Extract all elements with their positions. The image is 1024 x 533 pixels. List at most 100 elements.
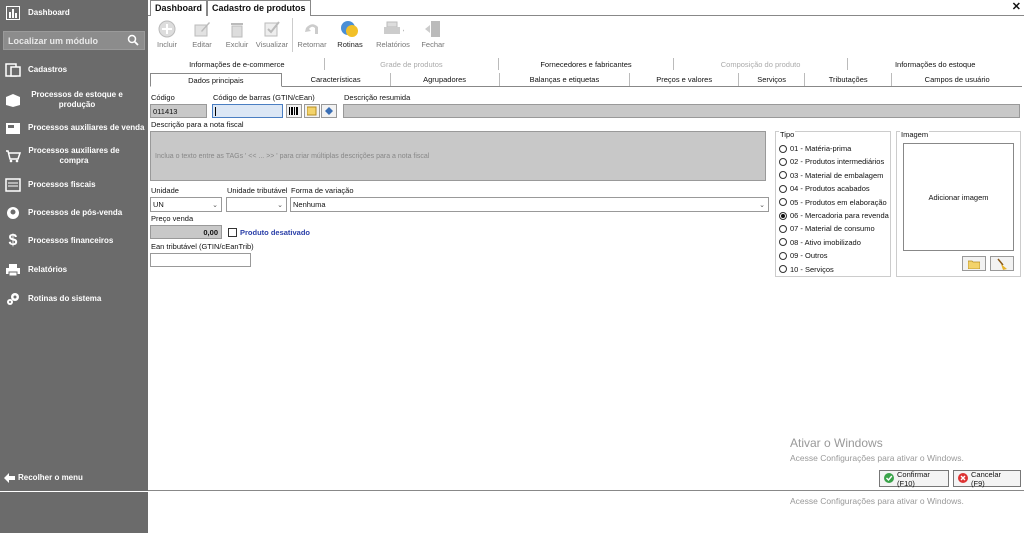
tipo-option-label: 06 - Mercadoria para revenda	[790, 211, 889, 220]
produto-desativado-checkbox[interactable]	[228, 228, 237, 237]
sidebar-item-pos-venda[interactable]: Processos de pós-venda	[0, 205, 148, 221]
radio-button[interactable]	[779, 184, 787, 193]
unidade-select[interactable]: UN ⌄	[150, 197, 222, 212]
tab-estoque[interactable]: Informações do estoque	[848, 58, 1022, 70]
tipo-option[interactable]: 08 - Ativo imobilizado	[779, 238, 861, 247]
tab-dados-principais[interactable]: Dados principais	[150, 73, 282, 87]
broom-icon[interactable]	[990, 256, 1014, 271]
generate-code-icon[interactable]	[304, 104, 320, 118]
descricao-nf-textarea[interactable]: Inclua o texto entre as TAGs ' << ... >>…	[150, 131, 766, 181]
search-icon[interactable]	[127, 34, 139, 48]
sidebar-item-rotinas[interactable]: Rotinas do sistema	[0, 291, 148, 307]
descricao-resumida-label: Descrição resumida	[344, 93, 411, 102]
incluir-button[interactable]: Incluir	[150, 18, 184, 56]
cancelar-button[interactable]: Cancelar (F9)	[953, 469, 1021, 488]
tipo-option[interactable]: 07 - Material de consumo	[779, 224, 875, 233]
excluir-button[interactable]: Excluir	[220, 18, 254, 56]
check-icon	[884, 472, 894, 485]
sidebar-item-aux-venda[interactable]: Processos auxiliares de venda	[0, 120, 148, 136]
collapse-arrow-icon	[4, 470, 16, 486]
tipo-option-label: 04 - Produtos acabados	[790, 184, 870, 194]
tab-cadastro-produtos[interactable]: Cadastro de produtos	[207, 0, 311, 16]
tipo-option[interactable]: 03 - Material de embalagem	[779, 171, 883, 180]
ean-trib-field[interactable]	[150, 253, 251, 267]
radio-button[interactable]	[779, 198, 787, 207]
tab-fornecedores[interactable]: Fornecedores e fabricantes	[499, 58, 674, 70]
retornar-button[interactable]: Retornar	[295, 18, 329, 56]
forma-variacao-select[interactable]: Nenhuma ⌄	[290, 197, 769, 212]
visualizar-label: Visualizar	[255, 40, 289, 49]
printer-icon: ▾	[382, 18, 404, 40]
preco-label: Preço venda	[151, 214, 194, 223]
tipo-option-label: 02 - Produtos intermediários	[790, 157, 885, 167]
folder-icon[interactable]	[962, 256, 986, 271]
tab-balancas[interactable]: Balanças e etiquetas	[500, 73, 631, 86]
editar-button[interactable]: Editar	[185, 18, 219, 56]
chevron-down-icon: ⌄	[759, 202, 765, 209]
fechar-button[interactable]: Fechar	[416, 18, 450, 56]
footer-divider	[148, 490, 1024, 491]
rotinas-label: Rotinas	[337, 40, 363, 49]
relatorios-button[interactable]: ▾ Relatórios	[371, 18, 415, 56]
tab-caracteristicas[interactable]: Características	[282, 73, 391, 86]
close-icon[interactable]: ✕	[1012, 0, 1021, 13]
tab-campos-usuario[interactable]: Campos de usuário	[892, 73, 1022, 86]
chevron-down-icon: ⌄	[212, 202, 218, 209]
visualizar-button[interactable]: Visualizar	[255, 18, 289, 56]
radio-button[interactable]	[779, 224, 787, 233]
codigo-field: 011413	[150, 104, 207, 118]
lookup-icon[interactable]	[321, 104, 337, 118]
toolbar-separator	[292, 18, 293, 52]
view-icon	[261, 18, 283, 40]
tipo-option[interactable]: 04 - Produtos acabados	[779, 184, 870, 193]
register-icon	[4, 120, 22, 136]
tab-precos[interactable]: Preços e valores	[630, 73, 740, 86]
descricao-resumida-field[interactable]	[343, 104, 1020, 118]
sidebar: Dashboard Localizar um módulo Cadastros …	[0, 0, 148, 533]
confirmar-button[interactable]: Confirmar (F10)	[879, 469, 949, 488]
collapse-menu-button[interactable]: Recolher o menu	[0, 470, 148, 486]
barras-field[interactable]	[212, 104, 283, 118]
radio-button[interactable]	[779, 251, 787, 260]
tab-tributacoes[interactable]: Tributações	[805, 73, 893, 86]
module-search-input[interactable]: Localizar um módulo	[3, 31, 145, 50]
tipo-option[interactable]: 06 - Mercadoria para revenda	[779, 211, 889, 220]
barcode-icon[interactable]	[286, 104, 302, 118]
tipo-option[interactable]: 10 - Serviços	[779, 265, 834, 274]
gears-icon	[4, 291, 22, 307]
tab-ecommerce[interactable]: Informações de e-commerce	[150, 58, 325, 70]
sidebar-item-cadastros[interactable]: Cadastros	[0, 62, 148, 78]
windows-activation-text-2: Acesse Configurações para ativar o Windo…	[790, 496, 964, 506]
confirmar-label: Confirmar (F10)	[897, 469, 930, 488]
codigo-label: Código	[151, 93, 175, 102]
sidebar-item-financeiros[interactable]: $ Processos financeiros	[0, 232, 148, 249]
sidebar-item-estoque[interactable]: Processos de estoque e produção	[0, 90, 148, 110]
section-tabs-row2: Dados principais Características Agrupad…	[150, 73, 1022, 87]
sidebar-item-fiscais[interactable]: Processos fiscais	[0, 177, 148, 193]
preco-field[interactable]: 0,00	[150, 225, 222, 239]
imagem-label: Imagem	[900, 130, 930, 139]
tipo-option[interactable]: 05 - Produtos em elaboração	[779, 198, 887, 207]
radio-button[interactable]	[779, 157, 787, 166]
tab-agrupadores[interactable]: Agrupadores	[391, 73, 500, 86]
sidebar-item-aux-compra[interactable]: Processos auxiliares de compra	[0, 146, 148, 166]
radio-button[interactable]	[779, 211, 787, 220]
tab-servicos[interactable]: Serviços	[739, 73, 805, 86]
tipo-option[interactable]: 09 - Outros	[779, 251, 828, 260]
sidebar-item-label: Processos auxiliares de venda	[28, 123, 145, 132]
sidebar-item-relatorios[interactable]: Relatórios	[0, 262, 148, 278]
sidebar-bottom	[0, 491, 148, 533]
radio-button[interactable]	[779, 265, 787, 274]
radio-button[interactable]	[779, 144, 787, 153]
radio-button[interactable]	[779, 171, 787, 180]
image-drop-area[interactable]: Adicionar imagem	[903, 143, 1014, 251]
tipo-option[interactable]: 02 - Produtos intermediários	[779, 157, 884, 166]
cancelar-label: Cancelar (F9)	[971, 469, 1002, 488]
tipo-option-label: 03 - Material de embalagem	[790, 170, 884, 180]
radio-button[interactable]	[779, 238, 787, 247]
sidebar-item-dashboard[interactable]: Dashboard	[0, 5, 148, 21]
rotinas-button[interactable]: ▾ Rotinas	[330, 18, 370, 56]
tab-dashboard[interactable]: Dashboard	[150, 0, 208, 16]
unidade-trib-select[interactable]: ⌄	[226, 197, 287, 212]
tipo-option[interactable]: 01 - Matéria-prima	[779, 144, 851, 153]
